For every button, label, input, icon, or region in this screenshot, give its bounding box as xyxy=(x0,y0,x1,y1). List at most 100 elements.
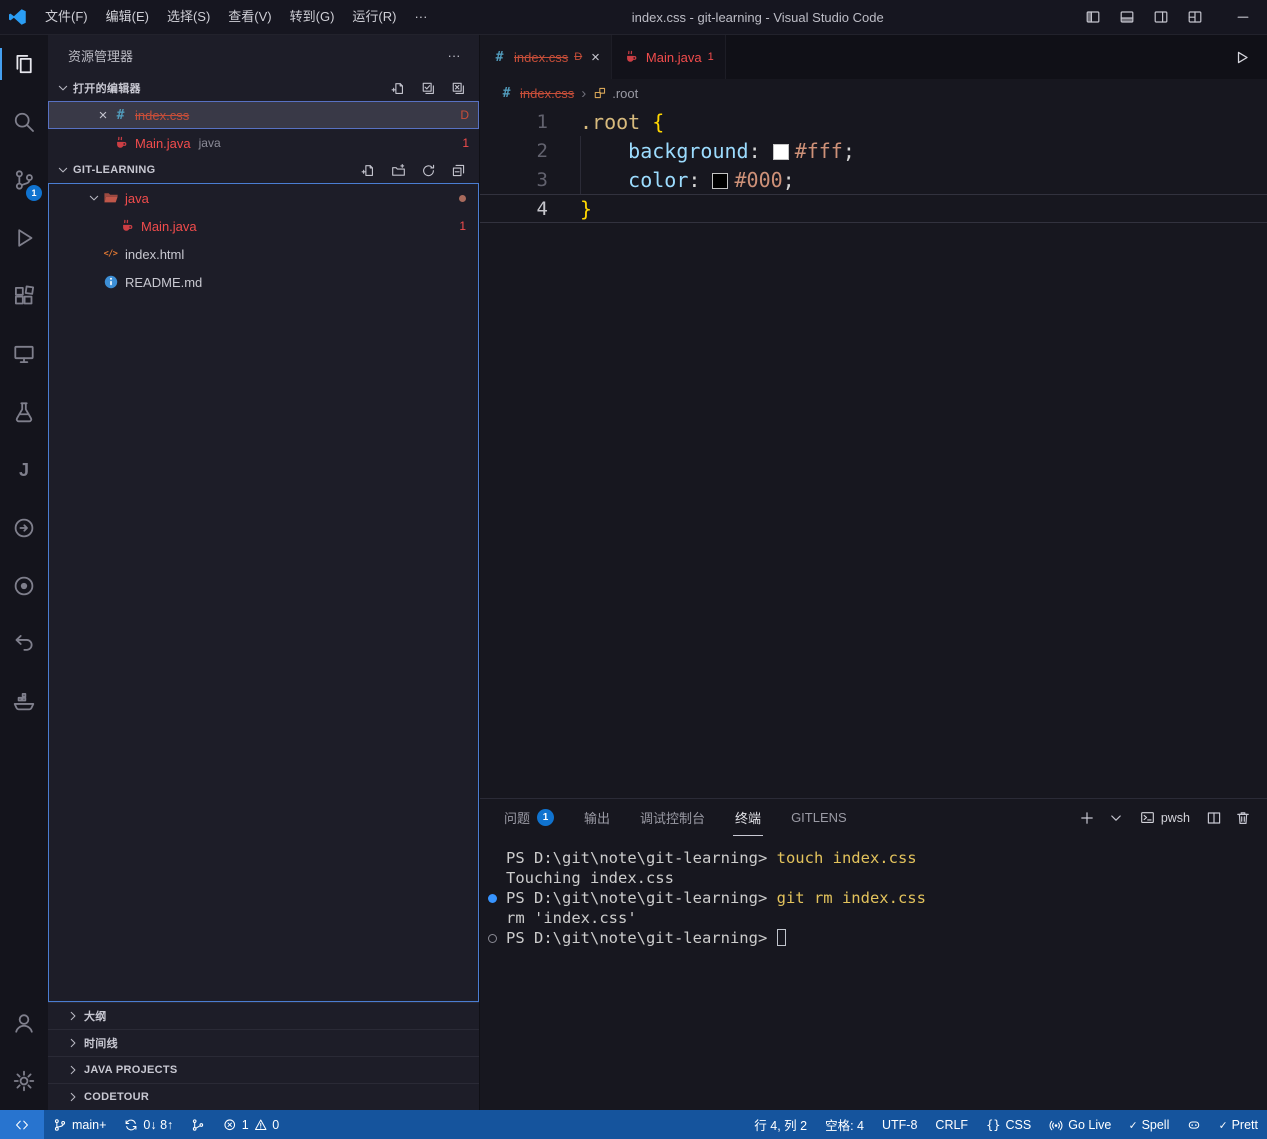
toggle-secondary-sidebar-button[interactable] xyxy=(1147,4,1175,30)
terminal-text: touch index.css xyxy=(777,849,917,867)
panel-tab-3[interactable]: 终端 xyxy=(733,799,763,836)
menu-item-4[interactable]: 转到(G) xyxy=(281,4,344,30)
minimize-button[interactable] xyxy=(1229,4,1257,30)
menu-item-5[interactable]: 运行(R) xyxy=(343,4,405,30)
tree-file-item[interactable]: </>index.html xyxy=(49,240,478,268)
code-text: } xyxy=(548,197,592,221)
tree-folder-item[interactable]: java xyxy=(49,184,478,212)
toggle-panel-button[interactable] xyxy=(1113,4,1141,30)
braces-icon: {} xyxy=(986,1118,1000,1132)
css-file-icon: # xyxy=(112,108,129,123)
item-label: README.md xyxy=(125,275,202,290)
close-all-editors-button[interactable] xyxy=(447,77,469,99)
item-label: index.html xyxy=(125,247,184,262)
breadcrumb-file[interactable]: #index.css xyxy=(498,86,574,101)
panel-tab-0[interactable]: 问题1 xyxy=(502,799,556,836)
status-sync[interactable]: 0↓ 8↑ xyxy=(115,1110,182,1139)
panel-tab-label: 终端 xyxy=(735,808,761,827)
activity-tour-back[interactable] xyxy=(0,615,48,673)
activity-run-and-debug[interactable] xyxy=(0,209,48,267)
command-decoration[interactable] xyxy=(488,934,497,943)
activity-testing[interactable] xyxy=(0,383,48,441)
menu-item-0[interactable]: 文件(F) xyxy=(36,4,97,30)
status-cursor-position[interactable]: 行 4, 列 2 xyxy=(745,1110,816,1139)
more-actions-icon[interactable]: ··· xyxy=(443,44,465,66)
split-terminal-button[interactable] xyxy=(1202,806,1226,830)
status-copilot[interactable] xyxy=(1178,1110,1210,1139)
refresh-explorer-button[interactable] xyxy=(417,159,439,181)
status-spell-checker[interactable]: ✓Spell xyxy=(1120,1110,1178,1139)
status-encoding[interactable]: UTF-8 xyxy=(873,1110,926,1139)
command-decoration[interactable] xyxy=(488,894,497,903)
terminal[interactable]: PS D:\git\note\git-learning> touch index… xyxy=(480,836,1267,1110)
launch-profile-button[interactable] xyxy=(1104,806,1128,830)
activity-remote-explorer[interactable] xyxy=(0,325,48,383)
explorer-tree[interactable]: java Main.java1</>index.html README.md xyxy=(48,183,479,1002)
new-file-button[interactable] xyxy=(357,159,379,181)
open-editors-header[interactable]: 打开的编辑器 xyxy=(48,75,479,101)
activity-settings[interactable] xyxy=(0,1052,48,1110)
activity-search[interactable] xyxy=(0,93,48,151)
menu-item-3[interactable]: 查看(V) xyxy=(219,4,280,30)
activity-explorer[interactable] xyxy=(0,35,48,93)
close-icon[interactable]: × xyxy=(94,107,112,124)
chevron-separator-icon: › xyxy=(581,85,586,102)
terminal-shell-label: pwsh xyxy=(1161,811,1190,825)
open-editor-item[interactable]: ×Main.javajava1 xyxy=(48,129,479,157)
editor-code-area[interactable]: 1.root {2 background: #fff;3 color: #000… xyxy=(480,107,1267,798)
editor-tab-1[interactable]: Main.java1 xyxy=(612,35,726,79)
editor-tab-0[interactable]: #index.cssD× xyxy=(480,35,612,79)
activity-gradle[interactable] xyxy=(0,499,48,557)
status-remote[interactable] xyxy=(0,1110,44,1139)
status-indentation[interactable]: 空格: 4 xyxy=(816,1110,873,1139)
customize-layout-button[interactable] xyxy=(1181,4,1209,30)
tree-file-item[interactable]: README.md xyxy=(49,268,478,296)
status-bar-right: 行 4, 列 2空格: 4UTF-8CRLF{}CSSGo Live✓Spell… xyxy=(745,1110,1267,1139)
activity-java[interactable]: J xyxy=(0,441,48,499)
activity-accounts[interactable] xyxy=(0,994,48,1052)
toggle-primary-sidebar-button[interactable] xyxy=(1079,4,1107,30)
activity-codetour[interactable] xyxy=(0,557,48,615)
menu-item-2[interactable]: 选择(S) xyxy=(158,4,219,30)
run-button[interactable] xyxy=(1227,44,1255,70)
status-eol[interactable]: CRLF xyxy=(926,1110,977,1139)
item-label: java xyxy=(125,191,149,206)
project-header[interactable]: GIT-LEARNING xyxy=(48,157,479,183)
new-terminal-button[interactable] xyxy=(1075,806,1099,830)
activity-docker[interactable] xyxy=(0,673,48,731)
sidebar-section-1[interactable]: 时间线 xyxy=(48,1029,479,1056)
save-all-button[interactable] xyxy=(417,77,439,99)
kill-terminal-button[interactable] xyxy=(1231,806,1255,830)
activity-source-control[interactable]: 1 xyxy=(0,151,48,209)
terminal-line: PS D:\git\note\git-learning> git rm inde… xyxy=(506,888,1267,908)
collapse-folders-button[interactable] xyxy=(447,159,469,181)
new-file-icon xyxy=(361,163,376,178)
open-editor-item[interactable]: ×#index.cssD xyxy=(48,101,479,129)
problems-badge: 1 xyxy=(459,219,466,233)
breadcrumb-symbol[interactable]: .root xyxy=(593,86,638,101)
status-go-live[interactable]: Go Live xyxy=(1040,1110,1120,1139)
close-icon[interactable]: × xyxy=(591,49,600,66)
status-problems[interactable]: 10 xyxy=(214,1110,288,1139)
panel-tab-1[interactable]: 输出 xyxy=(582,799,612,836)
activity-extensions[interactable] xyxy=(0,267,48,325)
terminal-text: PS D:\git\note\git-learning> xyxy=(506,889,777,907)
panel-tab-2[interactable]: 调试控制台 xyxy=(638,799,707,836)
sidebar-section-2[interactable]: JAVA PROJECTS xyxy=(48,1056,479,1083)
status-commit-graph[interactable] xyxy=(182,1110,214,1139)
menu-item-1[interactable]: 编辑(E) xyxy=(97,4,158,30)
panel-tab-4[interactable]: GITLENS xyxy=(789,799,849,836)
new-folder-button[interactable] xyxy=(387,159,409,181)
status-branch[interactable]: main+ xyxy=(44,1110,115,1139)
sidebar-section-3[interactable]: CODETOUR xyxy=(48,1083,479,1110)
new-untitled-file-button[interactable] xyxy=(387,77,409,99)
sidebar-header: 资源管理器 ··· xyxy=(48,35,479,75)
status-prettier[interactable]: ✓Prett xyxy=(1210,1110,1267,1139)
terminal-instance[interactable]: pwsh xyxy=(1133,810,1197,825)
menu-more-button[interactable]: ··· xyxy=(405,4,436,30)
explorer-sidebar: 资源管理器 ··· 打开的编辑器 ×#index.cssD×Main.javaj… xyxy=(48,35,480,1110)
status-language-mode[interactable]: {}CSS xyxy=(977,1110,1040,1139)
sidebar-section-0[interactable]: 大纲 xyxy=(48,1002,479,1029)
tree-file-item[interactable]: Main.java1 xyxy=(49,212,478,240)
code-text: .root { xyxy=(548,110,664,134)
